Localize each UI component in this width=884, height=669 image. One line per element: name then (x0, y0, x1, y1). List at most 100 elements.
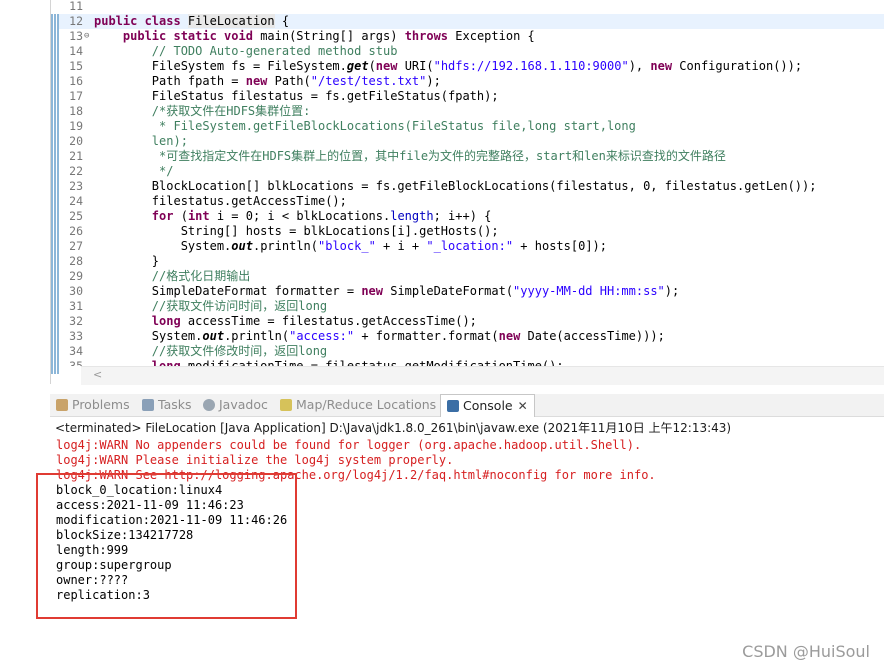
code-token: int (187, 209, 217, 223)
code-line[interactable]: 22 */ (59, 164, 884, 179)
code-line[interactable]: 17 FileStatus filestatus = fs.getFileSta… (59, 89, 884, 104)
code-line[interactable]: 15 FileSystem fs = FileSystem.get(new UR… (59, 59, 884, 74)
code-token: get (346, 59, 369, 73)
code-token: for (151, 209, 181, 223)
code-line[interactable]: 14 // TODO Auto-generated method stub (59, 44, 884, 59)
tab-map-reduce-locations[interactable]: Map/Reduce Locations (280, 394, 436, 416)
code-line[interactable]: 31 //获取文件访问时间，返回long (59, 299, 884, 314)
change-marker (51, 29, 59, 44)
code-text: String[] hosts = blkLocations[i].getHost… (94, 224, 499, 239)
code-token: String[] hosts = blkLocations[i].getHost… (94, 224, 499, 238)
code-line[interactable]: 34 //获取文件修改时间，返回long (59, 344, 884, 359)
code-text: public static void main(String[] args) t… (94, 29, 535, 44)
code-line[interactable]: 11 (59, 0, 884, 14)
code-line[interactable]: 23 BlockLocation[] blkLocations = fs.get… (59, 179, 884, 194)
code-token: Path fpath = (94, 74, 246, 88)
code-token: URI( (404, 59, 434, 73)
code-line[interactable]: 12 public class FileLocation { (59, 14, 884, 29)
code-line[interactable]: 24 filestatus.getAccessTime(); (59, 194, 884, 209)
code-line[interactable]: 13 ⊖ public static void main(String[] arg… (59, 29, 884, 44)
line-number: 17 (69, 89, 83, 103)
code-line[interactable]: 18 /*获取文件在HDFS集群位置: (59, 104, 884, 119)
code-line[interactable]: 32 long accessTime = filestatus.getAcces… (59, 314, 884, 329)
fold-toggle-icon[interactable]: ⊖ (84, 29, 89, 44)
change-marker (51, 59, 59, 74)
code-token: "access:" (289, 329, 355, 343)
scroll-left-arrow-icon[interactable]: < (93, 368, 102, 381)
code-line[interactable]: 30 SimpleDateFormat formatter = new Simp… (59, 284, 884, 299)
code-token: { (274, 14, 290, 28)
line-number: 26 (69, 224, 83, 238)
line-number: 35 (69, 359, 83, 366)
console-warning-line: log4j:WARN Please initialize the log4j s… (56, 453, 454, 467)
tab-tasks[interactable]: Tasks (142, 394, 192, 416)
tab-label: Problems (72, 397, 130, 412)
code-line[interactable]: 29 //格式化日期输出 (59, 269, 884, 284)
code-token: length (390, 209, 434, 223)
code-token: public static void (122, 29, 261, 43)
code-text: */ (94, 164, 173, 179)
code-text: *可查找指定文件在HDFS集群上的位置，其中file为文件的完整路径，start… (94, 149, 726, 164)
console-warning-line: log4j:WARN No appenders could be found f… (56, 438, 642, 452)
code-token: ( (180, 209, 188, 223)
code-line[interactable]: 27 System.out.println("block_" + i + "_l… (59, 239, 884, 254)
line-number: 32 (69, 314, 83, 328)
line-number: 31 (69, 299, 83, 313)
code-token: .println( (224, 329, 290, 343)
change-marker (51, 149, 59, 164)
close-icon[interactable]: ✕ (518, 399, 528, 413)
code-token: Date(accessTime))); (527, 329, 665, 343)
code-token: //获取文件修改时间，返回long (151, 344, 328, 358)
code-editor[interactable]: 11 12 public class FileLocation {13 ⊖ publi… (50, 0, 884, 385)
line-number: 14 (69, 44, 83, 58)
code-token: "/test/test.txt" (310, 74, 427, 88)
code-text: System.out.println("access:" + formatter… (94, 329, 665, 344)
code-text: //获取文件修改时间，返回long (94, 344, 327, 359)
line-number: 29 (69, 269, 83, 283)
code-token: //获取文件访问时间，返回long (151, 299, 328, 313)
code-text: for (int i = 0; i < blkLocations.length;… (94, 209, 492, 224)
code-text: long modificationTime = filestatus.getMo… (94, 359, 564, 366)
tab-label: Tasks (158, 397, 192, 412)
code-text: //获取文件访问时间，返回long (94, 299, 327, 314)
code-line[interactable]: 19 * FileSystem.getFileBlockLocations(Fi… (59, 119, 884, 134)
code-text: FileStatus filestatus = fs.getFileStatus… (94, 89, 499, 104)
code-token: System. (94, 239, 232, 253)
code-token: long (151, 359, 188, 366)
code-token: ), (628, 59, 651, 73)
tab-console[interactable]: Console ✕ (440, 394, 535, 417)
code-line[interactable]: 25 for (int i = 0; i < blkLocations.leng… (59, 209, 884, 224)
line-number: 22 (69, 164, 83, 178)
code-line[interactable]: 26 String[] hosts = blkLocations[i].getH… (59, 224, 884, 239)
code-token: } (94, 254, 160, 268)
code-line[interactable]: 33 System.out.println("access:" + format… (59, 329, 884, 344)
code-token: //格式化日期输出 (151, 269, 251, 283)
code-line[interactable]: 21 *可查找指定文件在HDFS集群上的位置，其中file为文件的完整路径，st… (59, 149, 884, 164)
code-line[interactable]: 16 Path fpath = new Path("/test/test.txt… (59, 74, 884, 89)
tab-problems[interactable]: Problems (56, 394, 130, 416)
code-token: "hdfs://192.168.1.110:9000" (433, 59, 629, 73)
code-token: */ (159, 164, 174, 178)
code-token: filestatus.getAccessTime(); (94, 194, 347, 208)
line-number: 13 (69, 29, 83, 43)
code-area[interactable]: 11 12 public class FileLocation {13 ⊖ publi… (59, 0, 884, 366)
change-marker (51, 344, 59, 359)
code-token: modificationTime = filestatus.getModific… (187, 359, 564, 366)
tab-javadoc[interactable]: Javadoc (203, 394, 268, 416)
code-line[interactable]: 35 long modificationTime = filestatus.ge… (59, 359, 884, 366)
code-token: FileSystem fs = FileSystem. (94, 59, 347, 73)
horizontal-scrollbar[interactable]: < (81, 366, 884, 385)
code-token: FileStatus filestatus = fs.getFileStatus… (94, 89, 499, 103)
code-line[interactable]: 28 } (59, 254, 884, 269)
code-line[interactable]: 20 len); (59, 134, 884, 149)
change-marker (51, 164, 59, 179)
problems-icon (56, 399, 68, 411)
code-token: FileLo (187, 14, 232, 28)
